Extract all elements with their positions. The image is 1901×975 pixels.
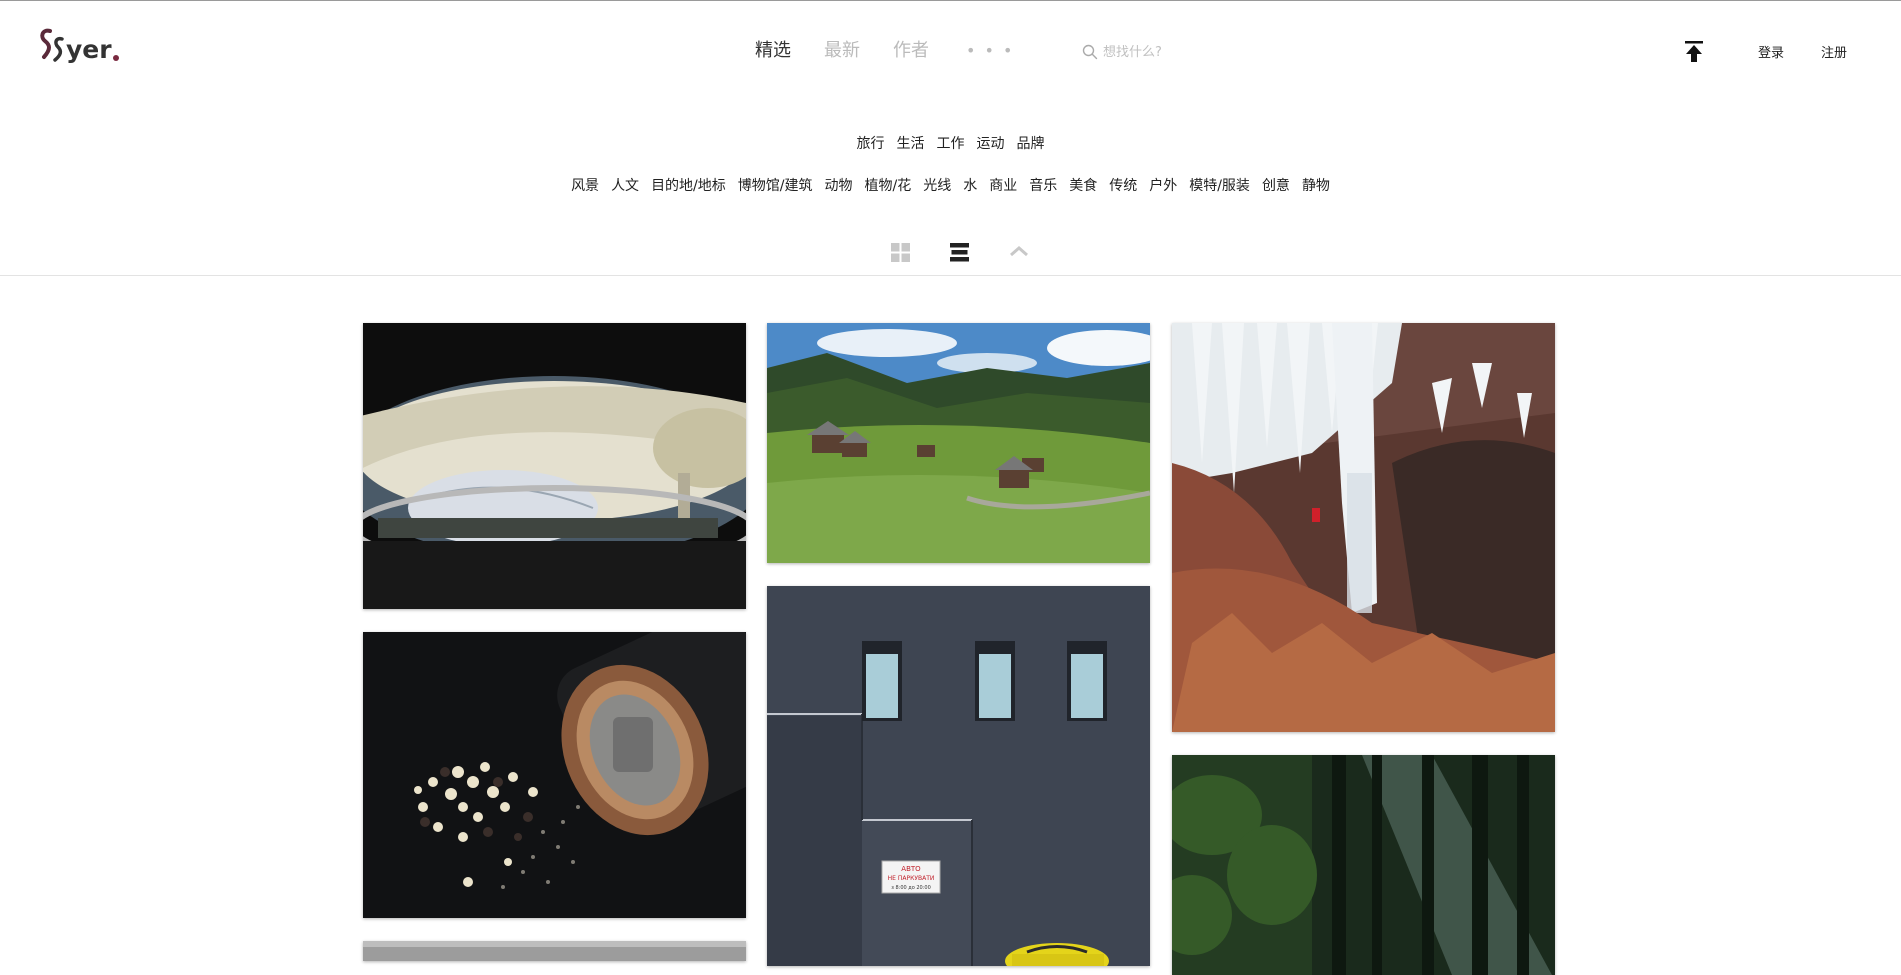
sign-line-1: АВТО — [901, 865, 921, 873]
logo-mark-icon — [40, 28, 64, 62]
architecture-photo — [363, 323, 746, 609]
grid-view-icon[interactable] — [891, 243, 910, 262]
category-water[interactable]: 水 — [963, 176, 977, 196]
category-work[interactable]: 工作 — [937, 134, 965, 154]
category-humanities[interactable]: 人文 — [611, 176, 639, 196]
nav-latest[interactable]: 最新 — [824, 37, 860, 65]
search-icon[interactable] — [1082, 44, 1098, 60]
photo-card-architecture[interactable] — [363, 323, 746, 609]
category-life[interactable]: 生活 — [897, 134, 925, 154]
category-museum-architecture[interactable]: 博物馆/建筑 — [738, 176, 813, 196]
category-still-life[interactable]: 静物 — [1302, 176, 1330, 196]
category-business[interactable]: 商业 — [989, 176, 1017, 196]
category-animals[interactable]: 动物 — [825, 176, 853, 196]
upload-icon[interactable] — [1684, 40, 1704, 64]
building-photo: АВТО НЕ ПАРКУВАТИ з 8:00 до 20:00 — [767, 586, 1150, 966]
category-travel[interactable]: 旅行 — [857, 134, 885, 154]
search-bar — [1082, 39, 1382, 65]
secondary-categories: 风景 人文 目的地/地标 博物馆/建筑 动物 植物/花 光线 水 商业 音乐 美… — [0, 176, 1901, 196]
main-nav: 精选 最新 作者 • • • — [755, 37, 1014, 65]
photo-card-building[interactable]: АВТО НЕ ПАРКУВАТИ з 8:00 до 20:00 — [767, 586, 1150, 966]
photo-card-grey[interactable] — [363, 941, 746, 961]
category-model-fashion[interactable]: 模特/服装 — [1189, 176, 1250, 196]
logo-text: yer — [66, 35, 112, 64]
list-view-icon[interactable] — [950, 243, 969, 262]
site-header: yer 精选 最新 作者 • • • 登录 注册 — [0, 1, 1901, 101]
grey-photo — [363, 941, 746, 961]
category-creative[interactable]: 创意 — [1262, 176, 1290, 196]
photo-card-frozen-waterfall[interactable] — [1172, 323, 1555, 732]
sign-line-2: НЕ ПАРКУВАТИ — [888, 875, 935, 882]
category-outdoor[interactable]: 户外 — [1149, 176, 1177, 196]
category-destination[interactable]: 目的地/地标 — [651, 176, 726, 196]
alpine-village-photo — [767, 323, 1150, 563]
login-link[interactable]: 登录 — [1758, 42, 1784, 61]
primary-categories: 旅行 生活 工作 运动 品牌 — [0, 134, 1901, 154]
nav-authors[interactable]: 作者 — [893, 37, 929, 65]
pepper-photo — [363, 632, 746, 918]
photo-card-pepper[interactable] — [363, 632, 746, 918]
category-light[interactable]: 光线 — [923, 176, 951, 196]
category-plants-flowers[interactable]: 植物/花 — [865, 176, 912, 196]
category-brand[interactable]: 品牌 — [1017, 134, 1045, 154]
sign-line-3: з 8:00 до 20:00 — [891, 885, 931, 891]
category-tradition[interactable]: 传统 — [1109, 176, 1137, 196]
search-input[interactable] — [1103, 44, 1363, 60]
forest-photo — [1172, 755, 1555, 975]
category-sports[interactable]: 运动 — [977, 134, 1005, 154]
collapse-up-icon[interactable] — [1009, 245, 1029, 257]
site-logo[interactable]: yer — [38, 25, 119, 65]
category-food[interactable]: 美食 — [1069, 176, 1097, 196]
category-landscape[interactable]: 风景 — [571, 176, 599, 196]
header-divider — [0, 275, 1901, 276]
photo-card-alpine-village[interactable] — [767, 323, 1150, 563]
more-menu-button[interactable]: • • • — [966, 37, 1014, 65]
register-link[interactable]: 注册 — [1821, 42, 1847, 61]
nav-featured[interactable]: 精选 — [755, 37, 791, 65]
view-toggle — [0, 241, 1901, 263]
logo-dot — [112, 55, 119, 61]
category-music[interactable]: 音乐 — [1029, 176, 1057, 196]
frozen-waterfall-photo — [1172, 323, 1555, 732]
photo-card-forest[interactable] — [1172, 755, 1555, 975]
